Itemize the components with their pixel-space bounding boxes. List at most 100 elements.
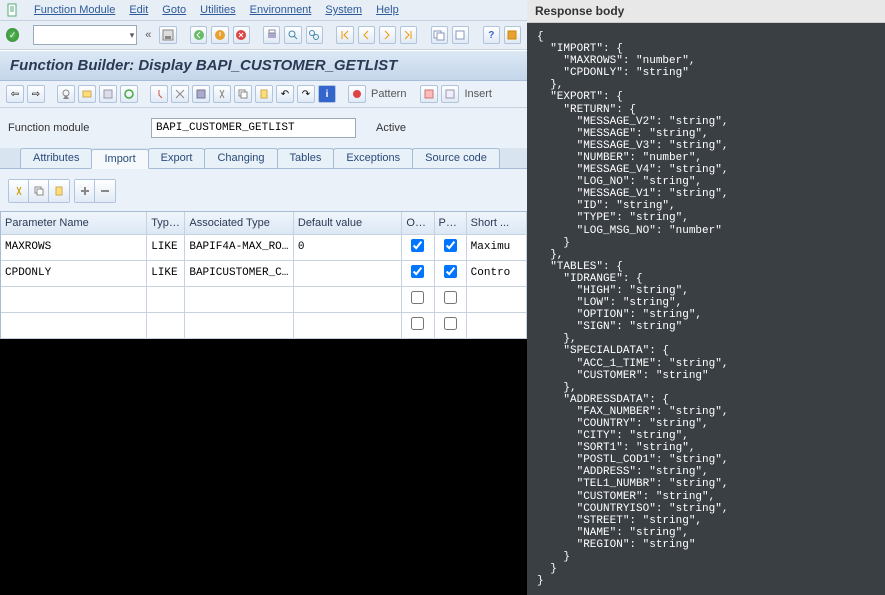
test-icon[interactable] xyxy=(150,85,168,103)
table-row[interactable]: MAXROWSLIKEBAPIF4A-MAX_ROWS0 Maximu xyxy=(1,234,527,260)
next-page-icon[interactable] xyxy=(379,26,396,44)
tab-attributes[interactable]: Attributes xyxy=(20,148,92,168)
activate-icon[interactable] xyxy=(120,85,138,103)
optional-checkbox[interactable] xyxy=(411,239,424,252)
col-default-value[interactable]: Default value xyxy=(293,212,402,234)
ok-icon[interactable]: ✓ xyxy=(6,28,19,42)
cell-optional[interactable] xyxy=(402,286,434,312)
prev-page-icon[interactable] xyxy=(358,26,375,44)
function-module-input[interactable] xyxy=(151,118,356,138)
menu-edit[interactable]: Edit xyxy=(129,4,148,16)
cell-param[interactable] xyxy=(1,286,147,312)
redo-icon[interactable]: ↷ xyxy=(297,85,315,103)
first-page-icon[interactable] xyxy=(336,26,353,44)
cell-optional[interactable] xyxy=(402,234,434,260)
menu-system[interactable]: System xyxy=(325,4,362,16)
cell-default[interactable] xyxy=(293,286,402,312)
cell-short[interactable] xyxy=(466,286,526,312)
menu-goto[interactable]: Goto xyxy=(162,4,186,16)
col-pass-value[interactable]: Pas... xyxy=(434,212,466,234)
cancel-icon[interactable] xyxy=(233,26,250,44)
cell-typing[interactable]: LIKE xyxy=(147,260,185,286)
find-icon[interactable] xyxy=(284,26,301,44)
tab-import[interactable]: Import xyxy=(91,149,148,169)
tab-exceptions[interactable]: Exceptions xyxy=(333,148,413,168)
cell-param[interactable]: CPDONLY xyxy=(1,260,147,286)
tab-changing[interactable]: Changing xyxy=(204,148,277,168)
print-icon[interactable] xyxy=(263,26,280,44)
insert-icon[interactable] xyxy=(441,85,459,103)
cell-param[interactable] xyxy=(1,312,147,338)
pass-checkbox[interactable] xyxy=(444,291,457,304)
nav-back-icon[interactable]: ⇦ xyxy=(6,85,24,103)
breakpoint-icon[interactable] xyxy=(348,85,366,103)
shortcut-icon[interactable] xyxy=(452,26,469,44)
layout-icon[interactable] xyxy=(504,26,521,44)
cell-assoc[interactable]: BAPIF4A-MAX_ROWS xyxy=(185,234,294,260)
nav-forward-icon[interactable]: ⇨ xyxy=(27,85,45,103)
grid-copy-icon[interactable] xyxy=(29,180,49,202)
cell-default[interactable] xyxy=(293,312,402,338)
display-icon[interactable] xyxy=(57,85,75,103)
cell-optional[interactable] xyxy=(402,260,434,286)
col-associated-type[interactable]: Associated Type xyxy=(185,212,294,234)
table-row[interactable] xyxy=(1,286,527,312)
cell-pass[interactable] xyxy=(434,312,466,338)
copy-icon[interactable] xyxy=(234,85,252,103)
cell-default[interactable]: 0 xyxy=(293,234,402,260)
display-list-icon[interactable] xyxy=(192,85,210,103)
cell-param[interactable]: MAXROWS xyxy=(1,234,147,260)
undo-icon[interactable]: ↶ xyxy=(276,85,294,103)
cut-icon[interactable] xyxy=(213,85,231,103)
save-icon[interactable] xyxy=(159,26,176,44)
insert-label[interactable]: Insert xyxy=(462,88,494,100)
col-short-text[interactable]: Short ... xyxy=(466,212,526,234)
tab-source-code[interactable]: Source code xyxy=(412,148,500,168)
col-typing[interactable]: Typing xyxy=(147,212,185,234)
pass-checkbox[interactable] xyxy=(444,239,457,252)
find-next-icon[interactable] xyxy=(306,26,323,44)
cell-typing[interactable] xyxy=(147,286,185,312)
cell-assoc[interactable] xyxy=(185,312,294,338)
cell-short[interactable]: Maximu xyxy=(466,234,526,260)
menu-utilities[interactable]: Utilities xyxy=(200,4,235,16)
col-optional[interactable]: Op... xyxy=(402,212,434,234)
tab-export[interactable]: Export xyxy=(148,148,206,168)
table-row[interactable]: CPDONLYLIKEBAPICUSTOMER_CPD..Contro xyxy=(1,260,527,286)
paste-icon[interactable] xyxy=(255,85,273,103)
pattern-label[interactable]: Pattern xyxy=(369,88,408,100)
cell-short[interactable] xyxy=(466,312,526,338)
tab-tables[interactable]: Tables xyxy=(277,148,335,168)
grid-cut-icon[interactable] xyxy=(9,180,29,202)
grid-paste-icon[interactable] xyxy=(49,180,69,202)
cell-pass[interactable] xyxy=(434,234,466,260)
cell-typing[interactable]: LIKE xyxy=(147,234,185,260)
cell-typing[interactable] xyxy=(147,312,185,338)
menu-help[interactable]: Help xyxy=(376,4,399,16)
back-icon[interactable] xyxy=(190,26,207,44)
optional-checkbox[interactable] xyxy=(411,291,424,304)
cell-pass[interactable] xyxy=(434,286,466,312)
cell-optional[interactable] xyxy=(402,312,434,338)
pass-checkbox[interactable] xyxy=(444,317,457,330)
help-icon[interactable]: ? xyxy=(483,26,500,44)
menu-function-module[interactable]: Function Module xyxy=(34,4,115,16)
info-icon[interactable]: i xyxy=(318,85,336,103)
col-parameter-name[interactable]: Parameter Name xyxy=(1,212,147,234)
other-object-icon[interactable] xyxy=(78,85,96,103)
pretty-print-icon[interactable] xyxy=(420,85,438,103)
grid-delete-icon[interactable] xyxy=(95,180,115,202)
cell-default[interactable] xyxy=(293,260,402,286)
menu-environment[interactable]: Environment xyxy=(250,4,312,16)
grid-insert-icon[interactable] xyxy=(75,180,95,202)
last-page-icon[interactable] xyxy=(400,26,417,44)
menu-doc-icon[interactable] xyxy=(6,3,20,17)
where-used-icon[interactable] xyxy=(171,85,189,103)
command-field[interactable] xyxy=(33,25,137,45)
cell-assoc[interactable]: BAPICUSTOMER_CPD.. xyxy=(185,260,294,286)
check-icon[interactable] xyxy=(99,85,117,103)
table-row[interactable] xyxy=(1,312,527,338)
cell-assoc[interactable] xyxy=(185,286,294,312)
response-body[interactable]: { "IMPORT": { "MAXROWS": "number", "CPDO… xyxy=(527,23,885,595)
new-session-icon[interactable] xyxy=(431,26,448,44)
